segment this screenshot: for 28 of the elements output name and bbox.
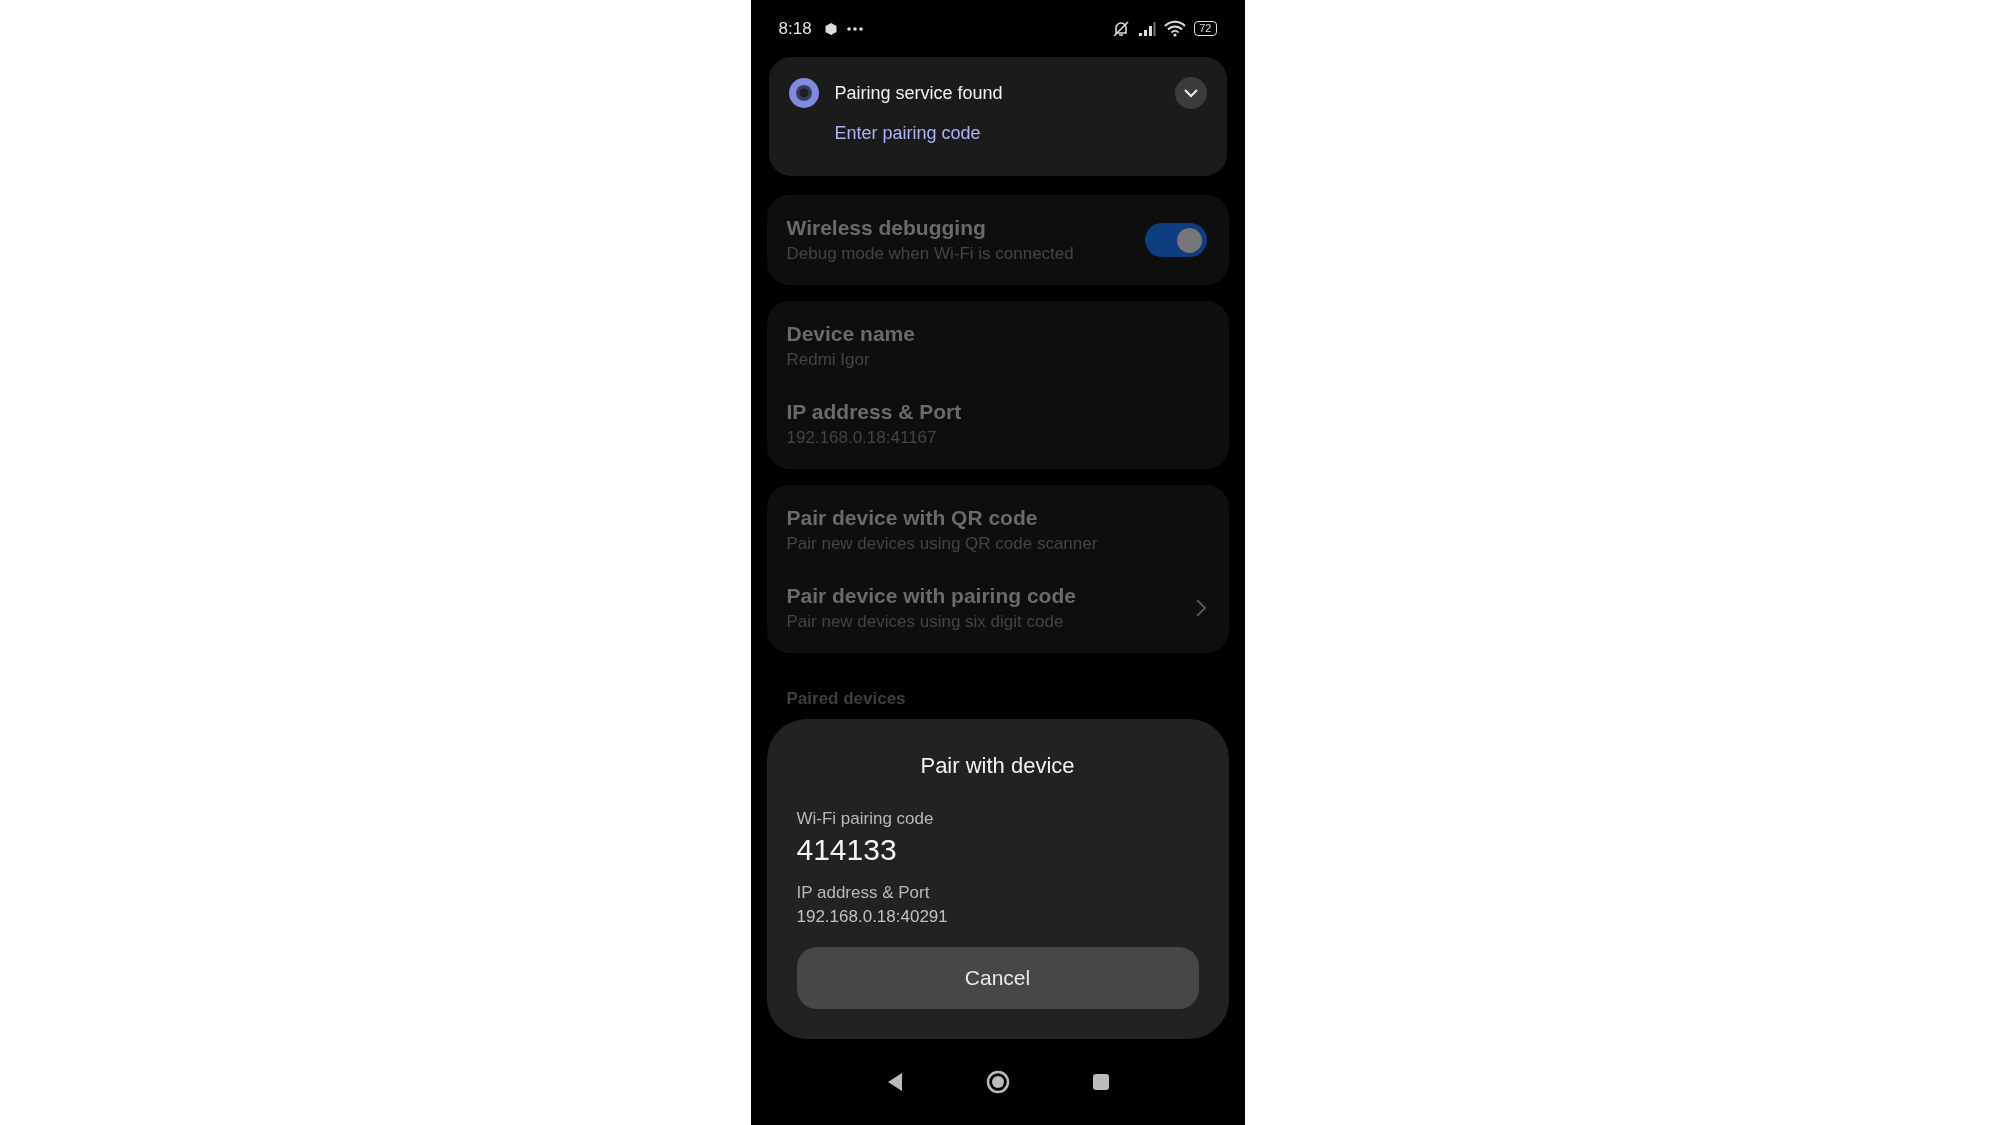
setting-title: IP address & Port [786, 400, 963, 424]
field-label: Wi-Fi pairing code [796, 809, 935, 829]
chevron-right-icon [1194, 598, 1207, 618]
setting-title: Wireless debugging [786, 216, 987, 240]
app-notification-icon [823, 21, 838, 36]
enter-pairing-code-link[interactable]: Enter pairing code [834, 123, 1207, 144]
bell-off-icon [1112, 19, 1131, 38]
app-icon [788, 78, 819, 108]
setting-title: Pair device with pairing code [786, 584, 1077, 608]
wifi-icon [1164, 20, 1187, 37]
pairing-code: 414133 [796, 833, 898, 867]
cancel-button[interactable]: Cancel [796, 947, 1199, 1009]
dialog-title: Pair with device [919, 753, 1076, 779]
chevron-down-icon [1182, 88, 1199, 98]
home-icon[interactable] [985, 1070, 1010, 1094]
section-header: Paired devices [785, 688, 907, 710]
more-dots-icon [845, 25, 864, 32]
status-time: 8:18 [778, 18, 812, 39]
toggle-switch[interactable] [1144, 223, 1207, 257]
notification-title: Pairing service found [834, 82, 1003, 104]
expand-button[interactable] [1174, 77, 1207, 109]
battery-indicator: 72 [1194, 21, 1217, 36]
signal-icon [1138, 20, 1157, 37]
field-value: 192.168.0.18:40291 [796, 907, 949, 927]
field-label: IP address & Port [796, 883, 931, 903]
setting-title: Device name [786, 322, 916, 346]
setting-title: Pair device with QR code [786, 506, 1039, 530]
recents-icon[interactable] [1091, 1073, 1110, 1091]
